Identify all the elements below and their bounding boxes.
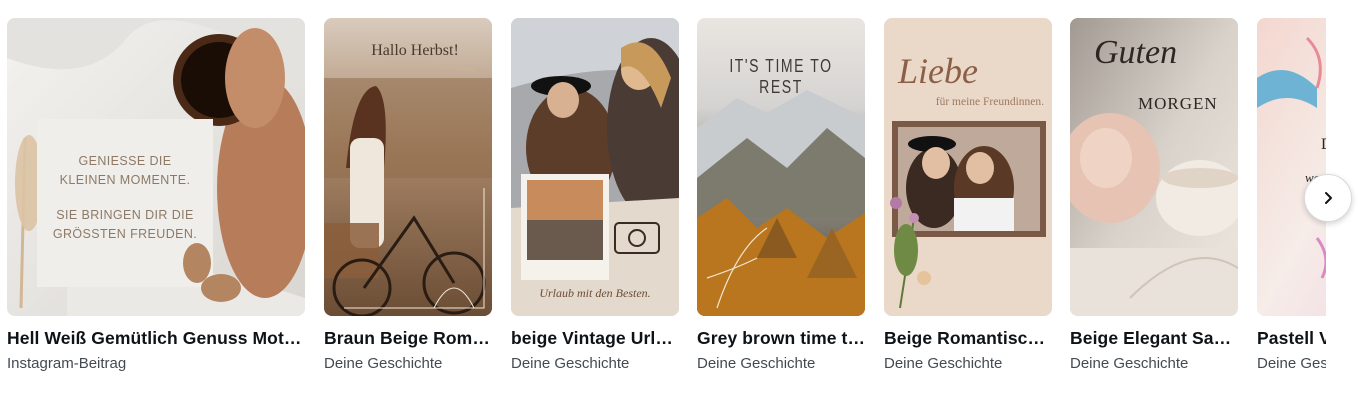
- template-card[interactable]: Liebe für meine Freundinnen. Beige Roman…: [884, 18, 1052, 372]
- template-card[interactable]: Urlaub mit den Besten. beige Vintage Url…: [511, 18, 679, 372]
- design-overlay-text: D: [1321, 136, 1326, 154]
- design-overlay-text: GENIESSE DIE KLEINEN MOMENTE. SIE BRINGE…: [37, 152, 213, 244]
- template-type: Deine Geschichte: [511, 355, 630, 372]
- carousel-next-button[interactable]: [1304, 174, 1352, 222]
- template-type: Instagram-Beitrag: [7, 355, 127, 372]
- template-thumbnail[interactable]: Hallo Herbst!: [324, 18, 492, 316]
- design-overlay-text: Guten: [1094, 34, 1178, 71]
- design-overlay-text: IT'S TIME TO REST: [729, 56, 833, 97]
- template-card[interactable]: Guten MORGEN Beige Elegant Sanft... Dein…: [1070, 18, 1238, 372]
- template-type: Deine Gesc: [1257, 355, 1326, 372]
- template-type: Deine Geschichte: [697, 355, 816, 372]
- template-carousel: GENIESSE DIE KLEINEN MOMENTE. SIE BRINGE…: [0, 0, 1326, 400]
- template-thumbnail[interactable]: GENIESSE DIE KLEINEN MOMENTE. SIE BRINGE…: [7, 18, 305, 316]
- design-text-line: SIE BRINGEN DIR DIE: [56, 208, 194, 222]
- template-title[interactable]: Grey brown time to...: [697, 328, 865, 349]
- template-card[interactable]: Hallo Herbst! Braun Beige Roman... Deine…: [324, 18, 492, 372]
- template-thumbnail[interactable]: D wo: [1257, 18, 1326, 316]
- design-overlay-text: Hallo Herbst!: [371, 42, 459, 59]
- template-thumbnail[interactable]: Guten MORGEN: [1070, 18, 1238, 316]
- template-title[interactable]: Hell Weiß Gemütlich Genuss Motiva...: [7, 328, 305, 349]
- template-title[interactable]: Beige Elegant Sanft...: [1070, 328, 1238, 349]
- template-card[interactable]: GENIESSE DIE KLEINEN MOMENTE. SIE BRINGE…: [7, 18, 305, 372]
- template-title[interactable]: beige Vintage Urlau...: [511, 328, 679, 349]
- design-overlay-text: Urlaub mit den Besten.: [539, 286, 651, 300]
- template-title[interactable]: Pastell Vo: [1257, 328, 1326, 349]
- template-title[interactable]: Braun Beige Roman...: [324, 328, 492, 349]
- template-thumbnail[interactable]: Urlaub mit den Besten.: [511, 18, 679, 316]
- template-thumbnail[interactable]: Liebe für meine Freundinnen.: [884, 18, 1052, 316]
- template-title[interactable]: Beige Romantisch ...: [884, 328, 1052, 349]
- template-thumbnail[interactable]: IT'S TIME TO REST: [697, 18, 865, 316]
- design-overlay-text: Liebe: [898, 51, 978, 91]
- template-type: Deine Geschichte: [884, 355, 1003, 372]
- design-overlay-text: für meine Freundinnen.: [935, 96, 1044, 108]
- chevron-right-icon: [1325, 192, 1332, 204]
- template-type: Deine Geschichte: [324, 355, 443, 372]
- template-card[interactable]: IT'S TIME TO REST Grey brown time to... …: [697, 18, 865, 372]
- design-text-line: GRÖSSTEN FREUDEN.: [52, 227, 198, 241]
- template-type: Deine Geschichte: [1070, 355, 1189, 372]
- design-overlay-text: MORGEN: [1138, 94, 1218, 113]
- design-text-line: KLEINEN MOMENTE.: [59, 173, 191, 187]
- design-text-line: GENIESSE DIE: [78, 154, 172, 168]
